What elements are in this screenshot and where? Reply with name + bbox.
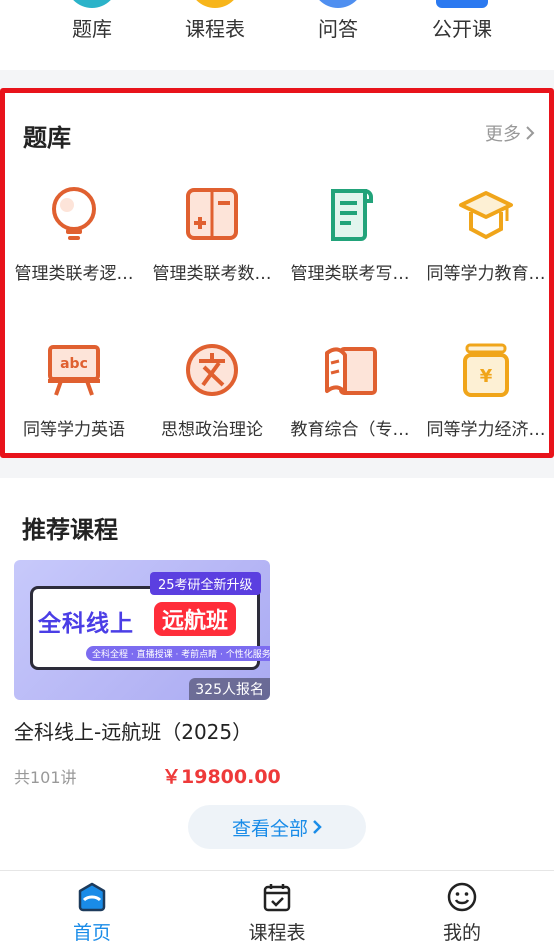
bank-item-political-theory[interactable]: 思想政治理论 — [143, 341, 281, 440]
bank-item-management-logic[interactable]: 管理类联考逻… — [5, 185, 143, 284]
course-lesson-count: 共101讲 — [14, 768, 77, 787]
bank-item-management-writing[interactable]: 管理类联考写… — [281, 185, 419, 284]
shortcut-label: 问答 — [318, 17, 358, 41]
bank-item-label: 同等学力英语 — [23, 420, 125, 440]
bank-item-label: 管理类联考写… — [290, 264, 410, 284]
shortcut-label: 公开课 — [432, 17, 492, 41]
bank-item-equivalent-english[interactable]: abc 同等学力英语 — [5, 341, 143, 440]
svg-text:abc: abc — [60, 356, 88, 372]
calculator-icon — [186, 188, 238, 240]
bank-item-label: 管理类联考逻… — [14, 264, 134, 284]
shortcut-qa[interactable]: 问答 — [278, 0, 398, 70]
bottom-tab-bar: 首页 课程表 我的 — [0, 870, 554, 944]
bank-item-label: 管理类联考数… — [152, 264, 272, 284]
graduation-cap-icon — [459, 191, 513, 240]
question-bank-section: 题库 更多 管理类联考逻… 管理类联考数… 管理类联考写… 同等学力教育… ab… — [0, 88, 554, 458]
see-all-label: 查看全部 — [231, 817, 308, 840]
shortcut-question-bank[interactable]: 题库 — [32, 0, 152, 70]
cover-highlight: 远航班 — [154, 602, 237, 636]
svg-text:¥: ¥ — [480, 366, 493, 387]
bank-item-label: 同等学力教育… — [426, 264, 546, 284]
enrolled-count-badge: 325人报名 — [189, 678, 270, 700]
shortcut-schedule[interactable]: 课程表 — [155, 0, 275, 70]
smiley-icon — [447, 882, 477, 912]
more-link[interactable]: 更多 — [485, 120, 535, 146]
scroll-icon — [331, 189, 373, 241]
open-course-icon — [436, 0, 488, 8]
question-bank-icon — [66, 0, 118, 8]
qa-icon — [312, 0, 364, 8]
tab-label: 我的 — [442, 922, 481, 944]
section-title: 推荐课程 — [22, 516, 118, 544]
bank-item-label: 同等学力经济… — [426, 420, 546, 440]
cover-title: 全科线上 — [38, 611, 134, 637]
course-price: ￥19800.00 — [162, 766, 281, 788]
section-title: 题库 — [23, 124, 71, 152]
bank-item-management-math[interactable]: 管理类联考数… — [143, 185, 281, 284]
tab-label: 首页 — [72, 922, 111, 944]
culture-icon — [186, 344, 238, 396]
bank-item-education-comprehensive[interactable]: 教育综合（专… — [281, 341, 419, 440]
cover-subtitle: 全科全程 · 直播授课 · 考前点睛 · 个性化服务 — [86, 646, 270, 661]
more-label: 更多 — [485, 124, 521, 145]
tab-home[interactable]: 首页 — [0, 871, 184, 944]
shortcut-label: 课程表 — [185, 17, 245, 41]
money-jar-icon: ¥ — [463, 343, 509, 397]
see-all-button[interactable]: 查看全部 — [188, 805, 366, 849]
tab-profile[interactable]: 我的 — [370, 871, 554, 944]
course-name[interactable]: 全科线上-远航班（2025） — [14, 716, 252, 745]
cover-tag: 25考研全新升级 — [150, 572, 261, 595]
shortcut-open-course[interactable]: 公开课 — [402, 0, 522, 70]
tab-label: 课程表 — [248, 922, 306, 944]
abc-board-icon: abc — [48, 345, 100, 396]
calendar-check-icon — [263, 884, 291, 912]
book-icon — [325, 347, 377, 395]
schedule-icon — [189, 0, 241, 8]
chevron-right-icon — [526, 126, 535, 140]
shortcut-label: 题库 — [72, 17, 112, 41]
chevron-right-icon — [313, 820, 322, 834]
bank-item-equivalent-education[interactable]: 同等学力教育… — [417, 185, 554, 284]
tab-schedule[interactable]: 课程表 — [185, 871, 369, 944]
bank-item-equivalent-economics[interactable]: ¥ 同等学力经济… — [417, 341, 554, 440]
bank-item-label: 教育综合（专… — [290, 420, 410, 440]
bank-item-label: 思想政治理论 — [161, 420, 263, 440]
home-icon — [78, 882, 106, 912]
top-shortcut-nav: 题库 课程表 问答 公开课 — [0, 0, 554, 70]
lightbulb-icon — [52, 187, 96, 240]
course-cover-image[interactable]: 25考研全新升级 全科线上 远航班 全科全程 · 直播授课 · 考前点睛 · 个… — [14, 560, 270, 700]
recommended-courses-section: 推荐课程 25考研全新升级 全科线上 远航班 全科全程 · 直播授课 · 考前点… — [0, 478, 554, 870]
